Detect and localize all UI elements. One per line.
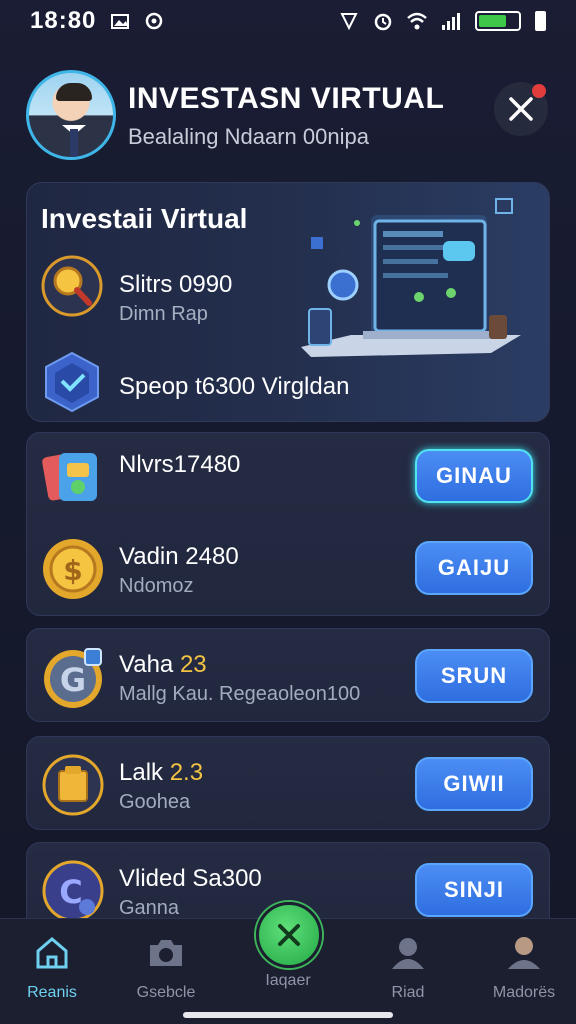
status-bar: 18:80	[0, 0, 576, 42]
hero-row1-title: Slitrs 0990	[119, 271, 233, 298]
notification-dot	[532, 84, 546, 98]
item-action-button[interactable]: SRUN	[415, 649, 533, 703]
item-subtitle: Ndomoz	[119, 575, 194, 597]
home-indicator[interactable]	[183, 1012, 393, 1018]
nav-item-user[interactable]: Madorës	[474, 933, 574, 1002]
hero-row1-subtitle: Dimn Rap	[119, 303, 208, 325]
c-badge-icon: C	[42, 860, 104, 922]
box-icon	[42, 754, 104, 816]
nav-label: Madorës	[492, 984, 556, 1001]
nav-label: Reanis	[27, 984, 77, 1001]
item-title: Lalk 2.3	[119, 759, 204, 786]
item-title: Vaha 23	[119, 651, 207, 678]
shield-check-icon	[45, 351, 99, 413]
svg-text:$: $	[63, 554, 82, 587]
photo-icon	[111, 14, 130, 29]
close-button[interactable]	[494, 82, 548, 136]
nav-item-person[interactable]: Riad	[358, 933, 458, 1002]
item-subtitle: Ganna	[119, 897, 180, 919]
nav-label: Gsebcle	[136, 984, 196, 1001]
page-title: INVESTASN VIRTUAL	[128, 82, 445, 115]
app-header: INVESTASN VIRTUAL Bealaling Ndaarn 00nip…	[26, 70, 550, 160]
nav-item-camera[interactable]: Gsebcle	[116, 933, 216, 1002]
camera-icon	[150, 940, 182, 966]
page-subtitle: Bealaling Ndaarn 00nipa	[128, 124, 369, 149]
search-coin-icon	[41, 255, 103, 317]
hero-row2-title: Speop t6300 Virgldan	[119, 373, 350, 400]
hero-card: Investaii Virtual Slitrs 0990 Dimn Rap S…	[26, 182, 550, 422]
nav-item-home[interactable]: Reanis	[2, 933, 102, 1002]
close-icon	[509, 97, 533, 121]
item-action-button[interactable]: GIWII	[415, 757, 533, 811]
battery-icon	[475, 11, 521, 31]
apps-icon	[42, 453, 97, 501]
avatar[interactable]	[26, 70, 116, 160]
investment-card: Lalk 2.3 Goohea GIWII	[26, 736, 550, 830]
coin-icon: $	[43, 539, 103, 599]
hero-title: Investaii Virtual	[41, 203, 248, 234]
item-title: Vlided Sa300	[119, 865, 262, 892]
battery-small-icon	[535, 11, 546, 31]
g-badge-icon: G	[44, 648, 102, 708]
wifi-icon	[407, 12, 427, 30]
nfc-icon	[340, 13, 358, 31]
item-title: Vadin 2480	[119, 543, 239, 570]
investment-card: Nlvrs17480 GINAU $ Vadin 2480 Ndomoz GAI…	[26, 432, 550, 616]
nav-label: Iaqaer	[265, 972, 311, 989]
close-icon	[278, 924, 300, 946]
computer-illustration	[301, 198, 521, 357]
list-item: Lalk 2.3 Goohea GIWII	[41, 749, 537, 819]
list-item: G Vaha 23 Mallg Kau. Regeaoleon100 SRUN	[41, 641, 537, 711]
nav-label: Riad	[391, 984, 425, 1001]
center-action-button[interactable]	[256, 902, 322, 968]
alarm-icon	[374, 13, 392, 31]
item-action-button[interactable]: SINJI	[415, 863, 533, 917]
investment-card: G Vaha 23 Mallg Kau. Regeaoleon100 SRUN	[26, 628, 550, 722]
item-action-button[interactable]: GAIJU	[415, 541, 533, 595]
sync-icon	[146, 12, 163, 30]
list-item: $ Vadin 2480 Ndomoz GAIJU	[41, 533, 537, 603]
item-subtitle: Goohea	[119, 791, 191, 813]
user-icon	[508, 937, 540, 969]
svg-text:G: G	[60, 661, 86, 699]
home-icon	[36, 937, 68, 969]
list-item: Nlvrs17480 GINAU	[41, 441, 537, 511]
signal-icon	[442, 13, 460, 30]
person-icon	[392, 938, 424, 969]
item-subtitle: Mallg Kau. Regeaoleon100	[119, 683, 361, 705]
status-time: 18:80	[30, 7, 97, 34]
item-action-button[interactable]: GINAU	[415, 449, 533, 503]
item-title: Nlvrs17480	[119, 451, 241, 478]
